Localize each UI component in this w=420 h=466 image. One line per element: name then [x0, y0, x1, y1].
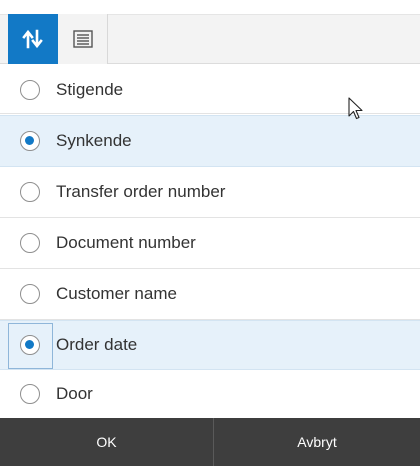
radio-button-checked[interactable] [20, 131, 40, 151]
option-transfer-order-number[interactable]: Transfer order number [0, 167, 420, 218]
option-document-number[interactable]: Document number [0, 218, 420, 269]
sort-arrows-icon [22, 29, 43, 49]
radio-button[interactable] [20, 79, 40, 100]
option-label: Transfer order number [56, 182, 226, 201]
cancel-button[interactable]: Avbryt [214, 418, 420, 466]
dialog-footer: OK Avbryt [0, 418, 420, 466]
option-customer-name[interactable]: Customer name [0, 269, 420, 320]
mouse-pointer-icon [348, 97, 363, 120]
list-tab-button[interactable] [58, 14, 108, 64]
ok-button[interactable]: OK [0, 418, 214, 466]
radio-button-checked[interactable] [20, 335, 40, 355]
option-label: Customer name [56, 284, 177, 303]
sort-tab-button[interactable] [8, 14, 58, 64]
radio-button[interactable] [20, 284, 40, 304]
option-synkende[interactable]: Synkende [0, 115, 420, 167]
option-order-date[interactable]: Order date [0, 320, 420, 370]
option-label: Order date [56, 335, 138, 354]
option-door[interactable]: Door [0, 370, 420, 418]
radio-button[interactable] [20, 233, 40, 253]
option-label: Synkende [56, 131, 132, 150]
list-view-icon [72, 30, 93, 48]
radio-button[interactable] [20, 182, 40, 202]
radio-button[interactable] [20, 384, 40, 404]
toolbar [0, 0, 420, 64]
option-label: Door [56, 384, 93, 403]
option-label: Stigende [56, 79, 124, 99]
option-label: Document number [56, 233, 196, 252]
